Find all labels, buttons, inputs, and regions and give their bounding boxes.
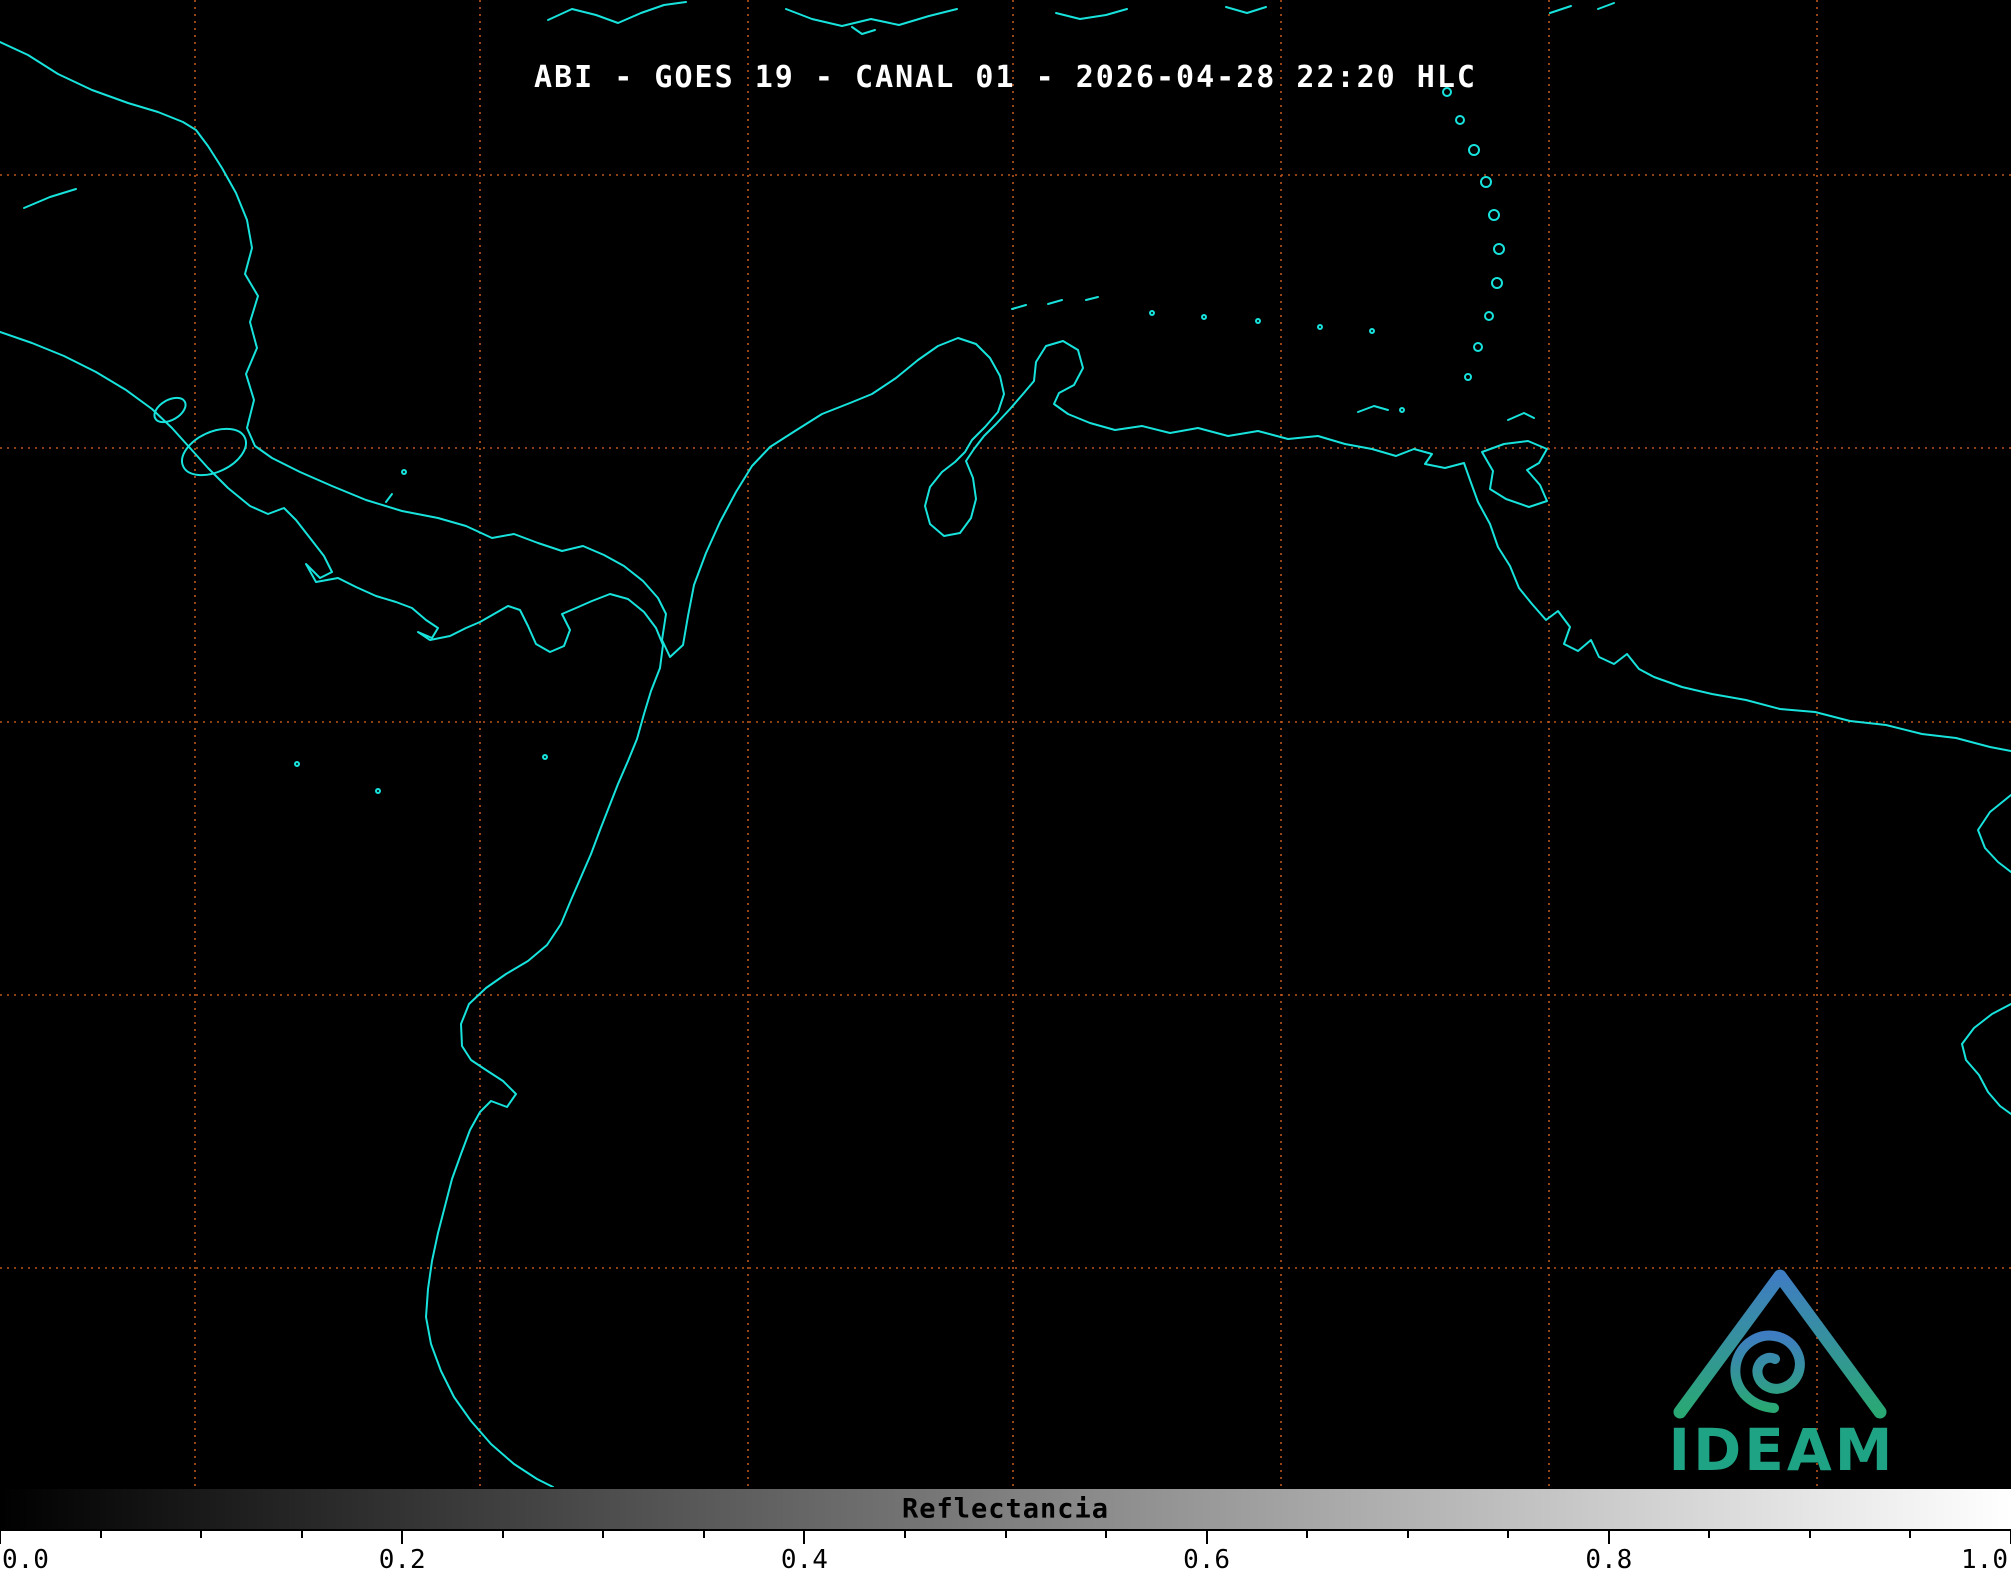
colorbar-minor-tick [1306,1531,1308,1538]
colorbar-strip: Reflectancia 0.0 0.2 0.4 0.6 0.8 1.0 [0,1487,2011,1577]
coastline-pacific [0,332,663,1487]
island-margarita [1358,406,1388,412]
island-tobago [1508,413,1534,420]
colorbar-tick-label: 0.8 [1585,1545,1632,1575]
colorbar-tick-label: 1.0 [1961,1545,2008,1575]
colorbar-minor-tick [1005,1531,1007,1538]
colorbar-minor-tick [904,1531,906,1538]
map-title: ABI - GOES 19 - CANAL 01 - 2026-04-28 22… [0,60,2011,95]
coastline-fragment [1978,795,2011,872]
colorbar-major-tick [0,1531,1,1544]
island [1400,408,1404,412]
ideam-logo: IDEAM [1652,1240,1912,1487]
colorbar-minor-tick [602,1531,604,1538]
colorbar-minor-tick [100,1531,102,1538]
colorbar-label: Reflectancia [902,1494,1109,1525]
ideam-logo-icon [1662,1240,1902,1425]
island-san-andres [386,494,392,502]
lesser-antilles-islands [1443,88,1504,380]
island-trinidad [1482,441,1547,507]
coastline-fragment [548,2,686,23]
lake-managua [150,393,189,427]
coastline-fragment [852,27,875,34]
colorbar-minor-tick [200,1531,202,1538]
colorbar-minor-tick [1407,1531,1409,1538]
colorbar-major-tick [803,1531,805,1544]
cyclone-spiral-icon [1735,1336,1799,1408]
colorbar-minor-tick [301,1531,303,1538]
coastline-fragment [1598,3,1614,9]
colorbar-minor-tick [502,1531,504,1538]
coastline-fragment [1550,6,1571,13]
reflectance-colorbar: Reflectancia [0,1487,2011,1531]
island [376,789,380,793]
colorbar-minor-tick [1708,1531,1710,1538]
colorbar-minor-tick [1105,1531,1107,1538]
satellite-figure: ABI - GOES 19 - CANAL 01 - 2026-04-28 22… [0,0,2011,1577]
abc-islands [1012,297,1374,333]
ideam-logo-text: IDEAM [1669,1421,1896,1479]
coastline-fragment [24,189,76,208]
colorbar-tick-labels: 0.0 0.2 0.4 0.6 0.8 1.0 [0,1544,2011,1577]
colorbar-major-tick [1206,1531,1208,1544]
colorbar-tick-label: 0.2 [379,1545,426,1575]
colorbar-major-tick [1608,1531,1610,1544]
coastline-fragment [1056,9,1127,19]
coastline-fragment [786,9,957,26]
colorbar-ticks [0,1531,2011,1544]
coastline-fragment [1962,1004,2011,1114]
island [543,755,547,759]
map-area: ABI - GOES 19 - CANAL 01 - 2026-04-28 22… [0,0,2011,1487]
colorbar-major-tick [401,1531,403,1544]
colorbar-tick-label: 0.4 [781,1545,828,1575]
coastline-caribbean [0,42,2011,751]
colorbar-minor-tick [1507,1531,1509,1538]
colorbar-minor-tick [703,1531,705,1538]
island-providencia [402,470,406,474]
colorbar-tick-label: 0.6 [1183,1545,1230,1575]
colorbar-minor-tick [1909,1531,1911,1538]
coastline-fragment [1226,7,1266,13]
island [295,762,299,766]
colorbar-minor-tick [1809,1531,1811,1538]
colorbar-tick-label: 0.0 [2,1545,49,1575]
